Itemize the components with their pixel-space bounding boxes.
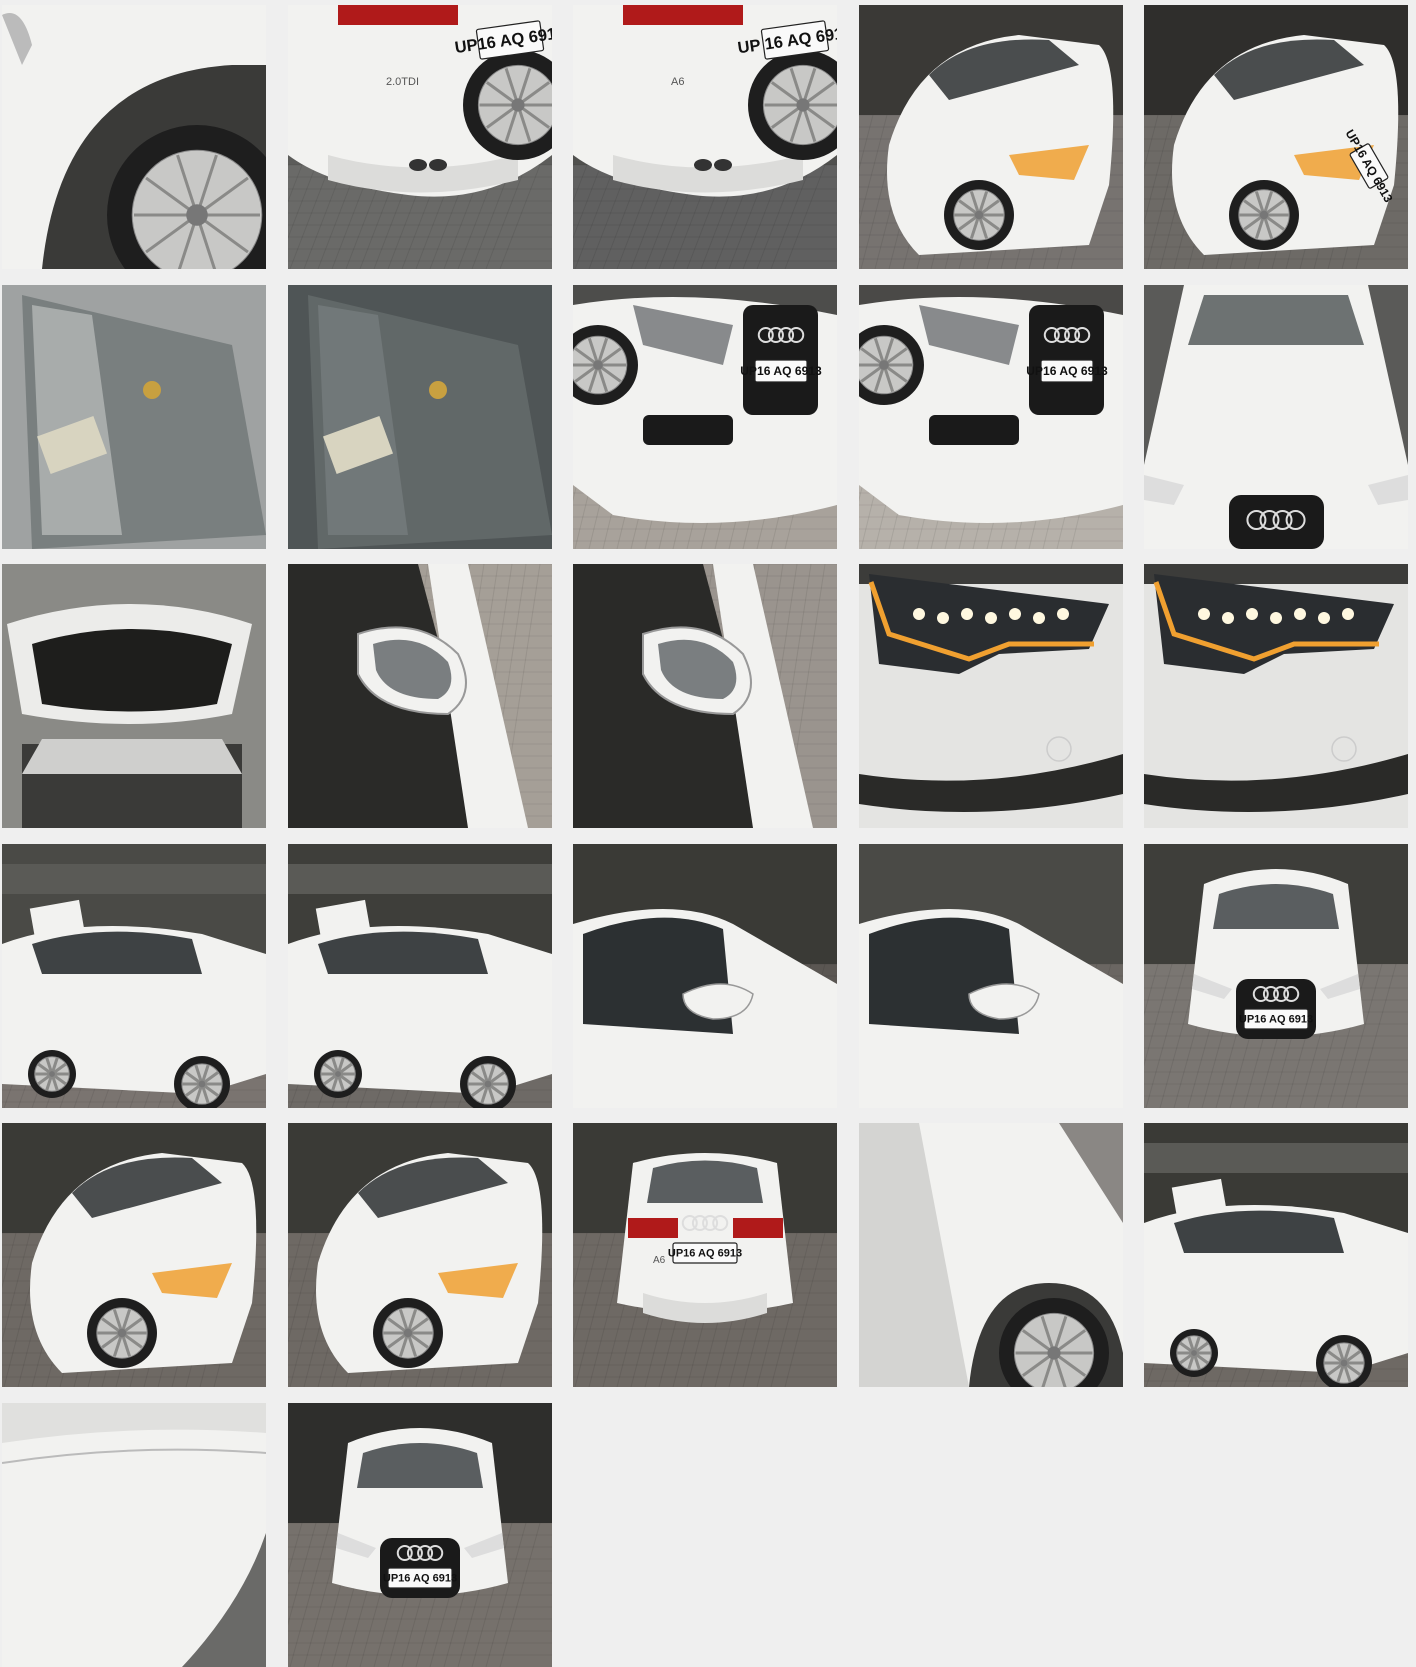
car-photo-thumbnail[interactable] [2,1402,266,1667]
car-photo-image [1144,1123,1408,1387]
car-photo-thumbnail[interactable] [858,1123,1123,1387]
car-photo-thumbnail[interactable] [1144,564,1408,828]
car-photo-image: UP16 AQ 69132.0TDI [287,5,552,269]
car-photo-thumbnail[interactable]: UP16 AQ 6913 [1144,5,1408,269]
car-photo-image [858,843,1123,1108]
car-photo-image: UP16 AQ 6913 [1144,5,1408,269]
car-photo-image: UP 16 AQ 6913A6 [573,5,837,269]
car-photo-thumbnail[interactable] [2,284,266,549]
car-photo-thumbnail[interactable]: UP16 AQ 6913 [1144,843,1408,1108]
car-photo-thumbnail[interactable] [287,843,552,1108]
car-photo-image [573,843,837,1108]
car-photo-thumbnail[interactable] [1144,1123,1408,1387]
car-photo-thumbnail[interactable] [2,843,266,1108]
car-photo-thumbnail[interactable] [287,1123,552,1387]
car-photo-thumbnail[interactable]: UP16 AQ 6913 [287,1402,552,1667]
car-photo-image [573,564,837,828]
car-photo-image: UP16 AQ 6913 [858,284,1123,549]
car-photo-thumbnail[interactable] [573,843,837,1108]
car-photo-thumbnail[interactable]: UP 16 AQ 6913 A6 [573,5,837,269]
car-photo-image [1144,564,1408,828]
license-plate: UP16 AQ 6913 [382,1566,457,1589]
svg-text:UP16 AQ 6913: UP16 AQ 6913 [668,1248,742,1260]
car-photo-image [2,1123,266,1387]
car-photo-image [287,564,552,828]
car-photo-thumbnail[interactable]: UP16 AQ 6913 [573,284,837,549]
car-photo-image: UP16 AQ 6913A6 [573,1123,837,1387]
car-photo-image [2,843,266,1108]
car-photo-image [858,5,1123,269]
car-photo-thumbnail[interactable] [573,564,837,828]
car-photo-thumbnail[interactable] [2,5,266,269]
photo-gallery: UP16 AQ 6913 2.0TDI UP 16 AQ 6913 A6 UP16 AQ… [2,5,1408,1667]
model-badge: A6 [671,76,684,88]
svg-text:UP16 AQ 6913: UP16 AQ 6913 [382,1572,456,1584]
car-photo-thumbnail[interactable] [287,284,552,549]
car-photo-image [2,5,266,269]
car-photo-image [1144,284,1408,549]
car-photo-image [287,1123,552,1387]
car-photo-thumbnail[interactable] [858,564,1123,828]
car-photo-thumbnail[interactable]: UP16 AQ 6913 2.0TDI [287,5,552,269]
car-photo-image [2,284,266,549]
car-photo-thumbnail[interactable] [1144,284,1408,549]
model-badge: 2.0TDI [386,76,419,88]
car-photo-image [2,564,266,828]
svg-text:UP16 AQ 6913: UP16 AQ 6913 [740,363,822,377]
car-photo-image: UP16 AQ 6913 [1144,843,1408,1108]
car-photo-thumbnail[interactable] [287,564,552,828]
car-photo-thumbnail[interactable] [858,843,1123,1108]
car-photo-image: UP16 AQ 6913 [573,284,837,549]
svg-text:UP16 AQ 6913: UP16 AQ 6913 [1026,363,1108,377]
model-badge: A6 [653,1255,666,1266]
car-photo-image [858,564,1123,828]
car-photo-image [2,1402,266,1667]
car-photo-thumbnail[interactable] [2,1123,266,1387]
car-photo-thumbnail[interactable]: UP16 AQ 6913 [858,284,1123,549]
license-plate: UP16 AQ 6913 [1239,1007,1313,1030]
license-plate: UP16 AQ 6913 [668,1242,742,1264]
car-photo-image [858,1123,1123,1387]
svg-text:UP16 AQ 6913: UP16 AQ 6913 [1239,1013,1313,1025]
car-photo-thumbnail[interactable]: UP16 AQ 6913 A6 [573,1123,837,1387]
car-photo-image [287,843,552,1108]
car-photo-thumbnail[interactable] [858,5,1123,269]
car-photo-thumbnail[interactable] [2,564,266,828]
car-photo-image: UP16 AQ 6913 [287,1402,552,1667]
car-photo-image [287,284,552,549]
